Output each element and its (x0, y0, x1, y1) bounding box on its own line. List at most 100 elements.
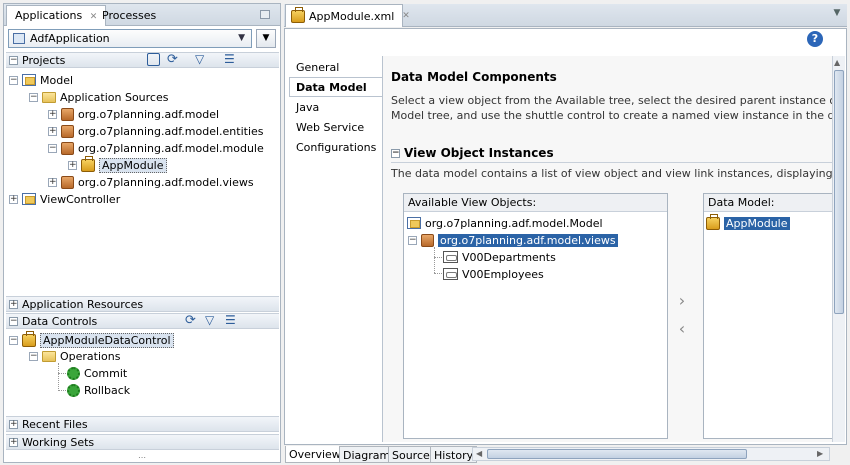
splitter-handle[interactable]: ⋯ (130, 454, 154, 462)
tree-label: V00Employees (462, 267, 544, 281)
horizontal-scrollbar[interactable]: ◀ ▶ (472, 447, 830, 461)
vertical-scrollbar[interactable]: ▲ (832, 56, 845, 442)
tree-label: Commit (84, 366, 128, 380)
available-item[interactable]: V00Departments (443, 249, 556, 265)
scroll-up-arrow[interactable]: ▲ (834, 58, 840, 67)
data-model-label: Data Model: (708, 196, 775, 209)
refresh-icon[interactable]: ⟳ (185, 313, 196, 328)
application-icon (13, 33, 25, 44)
tab-applications[interactable]: Applications ✕ (6, 5, 107, 26)
tree-label: AppModule (99, 157, 167, 173)
tree-node-package-module[interactable]: − org.o7planning.adf.model.module (48, 140, 264, 156)
expand-icon[interactable]: − (9, 75, 18, 85)
tree-node-application-sources[interactable]: − Application Sources (29, 89, 168, 105)
recent-files-header[interactable]: + Recent Files (6, 416, 279, 432)
expand-icon[interactable]: − (9, 335, 18, 345)
close-icon[interactable]: ✕ (402, 11, 410, 21)
sort-icon[interactable]: ☰ (224, 52, 235, 66)
help-icon[interactable]: ? (807, 31, 823, 47)
tree-connector (58, 390, 66, 391)
tab-processes[interactable]: Processes (94, 6, 164, 26)
collapse-icon[interactable]: − (9, 316, 18, 326)
expand-icon[interactable]: − (29, 92, 38, 102)
tree-node-package-views[interactable]: + org.o7planning.adf.model.views (48, 174, 254, 190)
data-model-panel: Data Model: AppModule (703, 193, 832, 439)
scroll-right-arrow[interactable]: ▶ (817, 449, 823, 458)
editor-menu-button[interactable]: ▼ (830, 8, 844, 22)
expand-icon[interactable]: + (9, 299, 18, 309)
tree-node-data-control[interactable]: − AppModuleDataControl (9, 330, 174, 348)
search-icon[interactable] (147, 53, 160, 66)
shuttle-add-button[interactable]: › (673, 292, 691, 310)
tree-node-view-controller[interactable]: + ViewController (9, 191, 120, 207)
project-icon (22, 193, 36, 205)
collapse-icon[interactable]: − (9, 55, 18, 65)
expand-icon[interactable]: + (9, 419, 18, 429)
nav-general[interactable]: General (296, 61, 339, 74)
page-title: Data Model Components (391, 70, 557, 84)
available-header: Available View Objects: (404, 194, 667, 212)
expand-icon[interactable]: − (29, 351, 38, 361)
available-view-objects-panel: Available View Objects: org.o7planning.a… (403, 193, 668, 439)
nav-data-model[interactable]: Data Model (296, 81, 367, 94)
scroll-thumb[interactable] (487, 449, 747, 459)
available-root[interactable]: org.o7planning.adf.model.Model (407, 215, 603, 231)
filter-icon[interactable]: ▽ (195, 52, 204, 66)
content-pane: Data Model Components Select a view obje… (382, 56, 832, 442)
app-module-icon (706, 213, 720, 230)
section-header[interactable]: − View Object Instances (391, 146, 554, 160)
projects-title: Projects (22, 53, 66, 67)
application-selector[interactable]: AdfApplication ▼ (8, 29, 252, 48)
tab-overview[interactable]: Overview (285, 446, 345, 463)
scroll-left-arrow[interactable]: ◀ (476, 449, 482, 458)
folder-icon (42, 350, 56, 362)
nav-java[interactable]: Java (296, 101, 319, 114)
working-sets-title: Working Sets (22, 435, 95, 449)
tree-connector (434, 273, 442, 274)
expand-icon[interactable]: − (48, 143, 57, 153)
projects-header[interactable]: − Projects (6, 52, 279, 68)
tab-diagram[interactable]: Diagram (339, 446, 395, 463)
data-controls-header[interactable]: − Data Controls (6, 313, 279, 329)
tree-node-package-model[interactable]: + org.o7planning.adf.model (48, 106, 219, 122)
tree-node-package-entities[interactable]: + org.o7planning.adf.model.entities (48, 123, 264, 139)
scroll-thumb[interactable] (834, 70, 844, 314)
gear-icon (67, 366, 80, 380)
app-module-icon (291, 6, 305, 23)
tree-label: ViewController (40, 192, 121, 206)
tree-label: Model (40, 73, 74, 87)
tree-node-rollback[interactable]: Rollback (67, 382, 130, 398)
tab-history[interactable]: History (430, 446, 478, 463)
tree-node-appmodule[interactable]: + AppModule (68, 155, 167, 173)
expand-icon[interactable]: + (68, 160, 77, 170)
available-package-views[interactable]: − org.o7planning.adf.model.views (408, 232, 618, 248)
available-item[interactable]: V00Employees (443, 266, 544, 282)
refresh-icon[interactable]: ⟳ (167, 52, 178, 67)
shuttle-remove-button[interactable]: ‹ (673, 320, 691, 338)
tree-node-model[interactable]: − Model (9, 72, 73, 88)
application-menu-button[interactable]: ▼ (256, 29, 276, 48)
working-sets-header[interactable]: + Working Sets (6, 434, 279, 450)
expand-icon[interactable]: + (9, 437, 18, 447)
expand-icon[interactable]: + (48, 177, 57, 187)
sort-icon[interactable]: ☰ (225, 313, 236, 327)
section-description: The data model contains a list of view o… (391, 167, 832, 180)
data-model-root[interactable]: AppModule (706, 213, 790, 231)
editor-tab-appmodule[interactable]: AppModule.xml ✕ (285, 4, 410, 27)
package-icon (421, 233, 434, 247)
tree-node-operations[interactable]: − Operations (29, 348, 120, 364)
package-icon (61, 175, 74, 189)
expand-icon[interactable]: + (48, 126, 57, 136)
tree-label: AppModule (724, 216, 790, 230)
nav-configurations[interactable]: Configurations (296, 141, 376, 154)
expand-icon[interactable]: − (408, 235, 417, 245)
expand-icon[interactable]: + (9, 194, 18, 204)
tab-source[interactable]: Source (388, 446, 434, 463)
filter-icon[interactable]: ▽ (205, 313, 214, 327)
expand-icon[interactable]: + (48, 109, 57, 119)
application-resources-header[interactable]: + Application Resources (6, 296, 279, 312)
tree-node-commit[interactable]: Commit (67, 365, 127, 381)
minimize-icon[interactable] (260, 10, 270, 19)
collapse-icon[interactable]: − (391, 148, 400, 158)
nav-web-service[interactable]: Web Service (296, 121, 364, 134)
